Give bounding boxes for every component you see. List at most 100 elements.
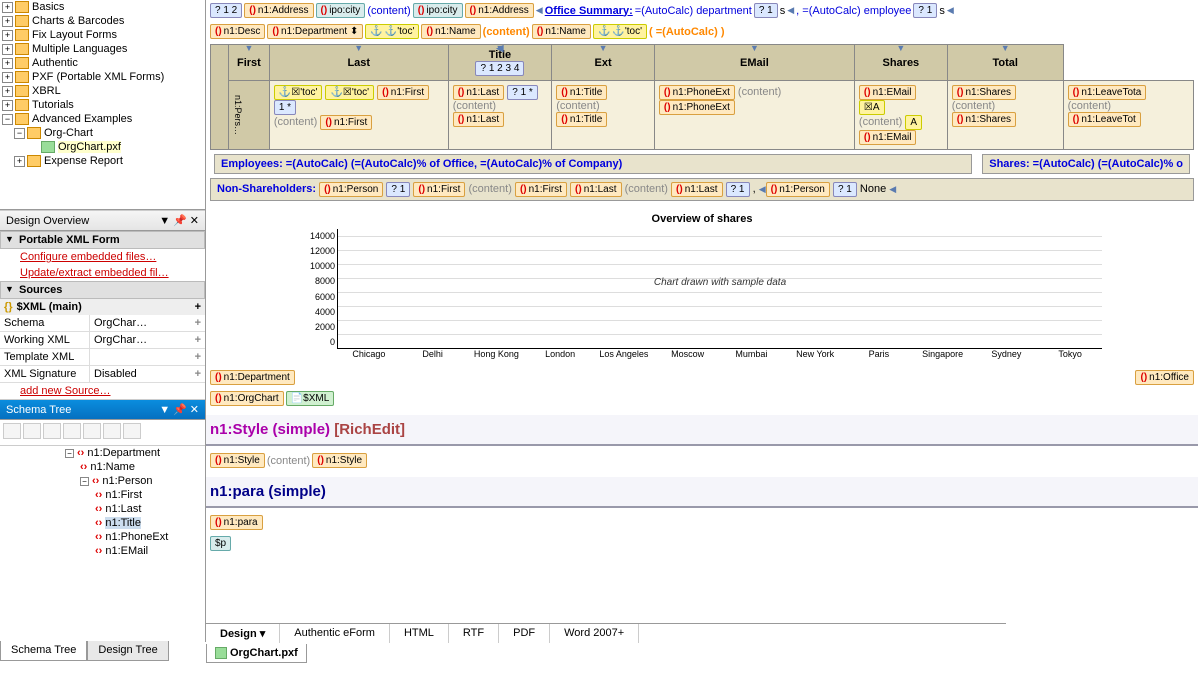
chart-overview-shares: Overview of shares 140001200010000800060… (302, 209, 1102, 359)
view-tabs: Design ▾Authentic eFormHTMLRTFPDFWord 20… (206, 623, 1006, 643)
cell-title[interactable]: ()n1:Title (content) ()n1:Title (552, 81, 655, 150)
cond-tag[interactable]: ? 1 (754, 3, 778, 18)
autocalc-dept: =(AutoCalc) department (635, 5, 752, 17)
row-header[interactable]: n1:Pers… (229, 81, 270, 150)
tree-item[interactable]: +Fix Layout Forms (0, 28, 205, 42)
col-last[interactable]: ▼Last (269, 45, 448, 81)
add-source-link[interactable]: add new Source… (0, 383, 205, 399)
content-placeholder: (content) (267, 455, 310, 467)
design-overview-header: Design Overview ▼📌✕ (0, 210, 205, 231)
col-total[interactable]: ▼Total (947, 45, 1063, 81)
tree-item[interactable]: OrgChart.pxf (0, 140, 205, 154)
style-close-tag[interactable]: ()n1:Style (312, 453, 367, 468)
schema-node[interactable]: −‹›n1:Department (0, 446, 205, 460)
schema-node[interactable]: ‹›n1:Title (0, 516, 205, 530)
close-icon[interactable]: ✕ (190, 215, 199, 227)
schema-node[interactable]: ‹›n1:First (0, 488, 205, 502)
tree-item[interactable]: +Multiple Languages (0, 42, 205, 56)
cond-tag[interactable]: ? 1 (913, 3, 937, 18)
file-tab[interactable]: OrgChart.pxf (206, 644, 307, 663)
tab-design-tree[interactable]: Design Tree (87, 641, 168, 661)
col-first[interactable]: ▼First (229, 45, 270, 81)
content-placeholder: (content) (367, 5, 410, 17)
chart-title: Overview of shares (302, 209, 1102, 229)
name-close-tag[interactable]: ()n1:Name (532, 24, 591, 39)
chart-y-axis: 14000120001000080006000400020000 (302, 229, 337, 349)
cell-first[interactable]: ⚓☒'toc' ⚓☒'toc' ()n1:First 1 * (content)… (269, 81, 448, 150)
schema-toolbar[interactable] (0, 420, 205, 446)
city-close-tag[interactable]: ()ipo:city (413, 3, 463, 18)
person-table: ▼First ▼Last ▼Title◀? 1 2 3 4◀ ▼Ext ▼EMa… (210, 44, 1194, 150)
tab-schema-tree[interactable]: Schema Tree (0, 641, 87, 661)
tree-item[interactable]: +XBRL (0, 84, 205, 98)
name-tag[interactable]: ()n1:Name (421, 24, 480, 39)
top-tag-row-2: ()n1:Desc ()n1:Department ⬍ ⚓⚓'toc' ()n1… (206, 21, 1198, 42)
schema-node[interactable]: −‹›n1:Person (0, 474, 205, 488)
property-row[interactable]: XML SignatureDisabled+ (0, 366, 205, 383)
view-tab[interactable]: Word 2007+ (550, 624, 639, 643)
property-row[interactable]: Template XML+ (0, 349, 205, 366)
tree-item[interactable]: +Tutorials (0, 98, 205, 112)
configure-files-link[interactable]: Configure embedded files… (0, 249, 205, 265)
col-ext[interactable]: ▼Ext (552, 45, 655, 81)
schema-tree[interactable]: −‹›n1:Department‹›n1:Name−‹›n1:Person‹›n… (0, 446, 205, 642)
portable-xml-section[interactable]: Portable XML Form (0, 231, 205, 249)
toc-anchor[interactable]: ⚓⚓'toc' (365, 24, 419, 39)
desc-tag[interactable]: ()n1:Desc (210, 24, 265, 39)
chart-bars: Chart drawn with sample data (337, 229, 1102, 349)
tree-item[interactable]: +Charts & Barcodes (0, 14, 205, 28)
tree-item[interactable]: +Authentic (0, 56, 205, 70)
col-shares[interactable]: ▼Shares (854, 45, 947, 81)
view-tab[interactable]: PDF (499, 624, 550, 643)
sp-tag[interactable]: $p (210, 536, 231, 551)
toc-anchor[interactable]: ⚓⚓'toc' (593, 24, 647, 39)
schema-node[interactable]: ‹›n1:Last (0, 502, 205, 516)
project-tree[interactable]: +Basics+Charts & Barcodes+Fix Layout For… (0, 0, 205, 210)
dropdown-icon[interactable]: ▼ (159, 215, 170, 227)
view-tab[interactable]: HTML (390, 624, 449, 643)
office-close-tag[interactable]: ()n1:Office (1135, 370, 1194, 385)
view-tab[interactable]: Design ▾ (206, 624, 280, 643)
address-tag[interactable]: ()n1:Address (244, 3, 313, 18)
cell-last[interactable]: ()n1:Last ? 1 * (content) ()n1:Last (448, 81, 552, 150)
update-extract-link[interactable]: Update/extract embedded fil… (0, 265, 205, 281)
close-icon[interactable]: ✕ (190, 404, 199, 416)
col-title[interactable]: ▼Title◀? 1 2 3 4◀ (448, 45, 552, 81)
pin-icon[interactable]: 📌 (173, 215, 187, 227)
property-row[interactable]: Working XMLOrgChar…+ (0, 332, 205, 349)
orgchart-close-tag[interactable]: ()n1:OrgChart (210, 391, 284, 406)
content-placeholder: (content) (483, 26, 530, 38)
style-tag[interactable]: ()n1:Style (210, 453, 265, 468)
para-tag[interactable]: ()n1:para (210, 515, 263, 530)
xml-main-row[interactable]: {}$XML (main)+ (0, 299, 205, 315)
col-email[interactable]: ▼EMail (654, 45, 854, 81)
tree-item[interactable]: −Org-Chart (0, 126, 205, 140)
city-tag[interactable]: ()ipo:city (316, 3, 366, 18)
tree-item[interactable]: +Basics (0, 0, 205, 14)
view-tab[interactable]: Authentic eForm (280, 624, 390, 643)
pin-icon[interactable]: 📌 (173, 404, 187, 416)
cell-email[interactable]: ()n1:EMail ☒A (content) A ()n1:EMail (854, 81, 947, 150)
xml-close-tag[interactable]: 📄$XML (286, 391, 335, 406)
tree-item[interactable]: +Expense Report (0, 154, 205, 168)
tree-item[interactable]: +PXF (Portable XML Forms) (0, 70, 205, 84)
view-tab[interactable]: RTF (449, 624, 499, 643)
cell-shares[interactable]: ()n1:Shares (content) ()n1:Shares (947, 81, 1063, 150)
schema-node[interactable]: ‹›n1:Name (0, 460, 205, 474)
tree-item[interactable]: −Advanced Examples (0, 112, 205, 126)
schema-node[interactable]: ‹›n1:EMail (0, 544, 205, 558)
dept-tag[interactable]: ()n1:Department ⬍ (267, 24, 363, 39)
top-tag-row-1: ? 1 2 ()n1:Address ()ipo:city (content) … (206, 0, 1198, 21)
schema-node[interactable]: ‹›n1:PhoneExt (0, 530, 205, 544)
address-close-tag[interactable]: ()n1:Address (465, 3, 534, 18)
chart-note: Chart drawn with sample data (654, 277, 786, 288)
property-row[interactable]: SchemaOrgChar…+ (0, 315, 205, 332)
cell-ext[interactable]: ()n1:PhoneExt (content) ()n1:PhoneExt (654, 81, 854, 150)
sources-section[interactable]: Sources (0, 281, 205, 299)
cond-tag[interactable]: ? 1 2 (210, 3, 242, 18)
dropdown-icon[interactable]: ▼ (159, 404, 170, 416)
cell-total[interactable]: ()n1:LeaveTota (content) ()n1:LeaveTot (1063, 81, 1193, 150)
dept-close-tag[interactable]: ()n1:Department (210, 370, 295, 385)
office-summary-link[interactable]: Office Summary: (545, 5, 633, 17)
shares-summary: Shares: =(AutoCalc) (=(AutoCalc)% o (982, 154, 1190, 174)
